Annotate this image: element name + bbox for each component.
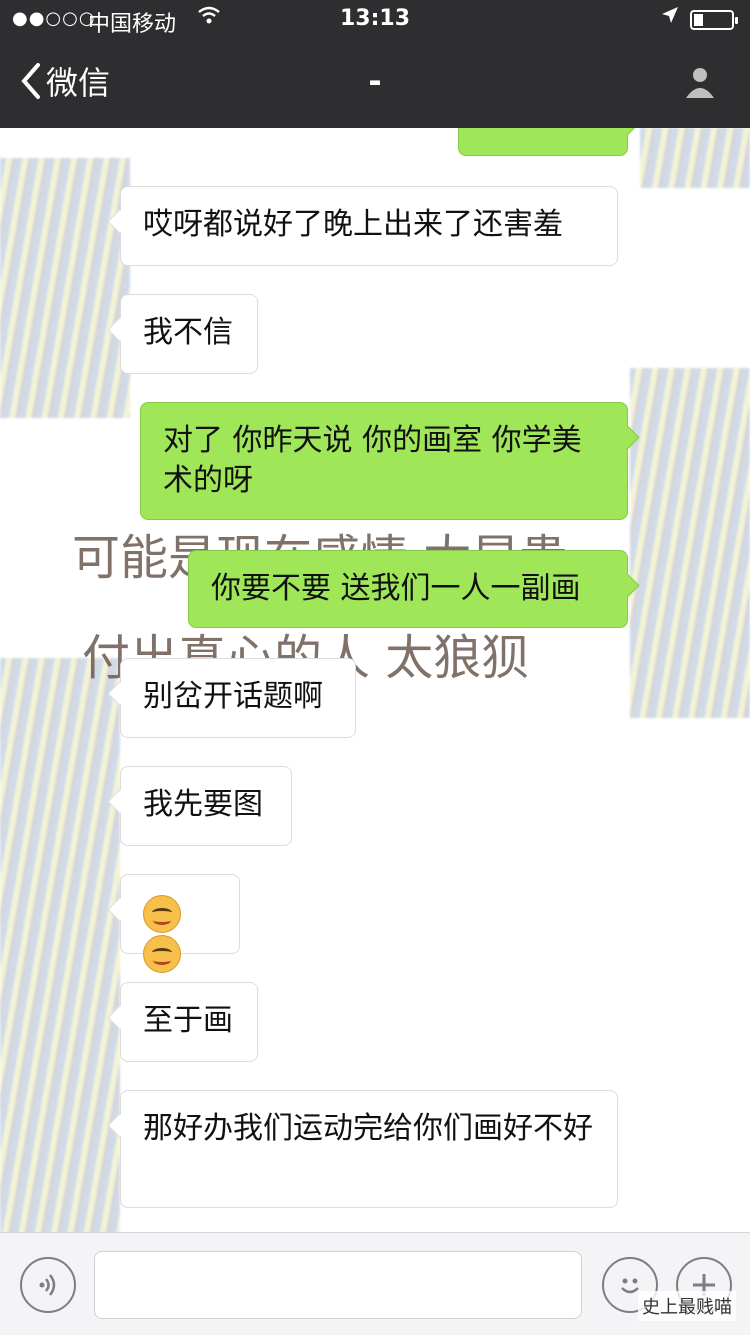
smirk-emoji-icon: [143, 934, 181, 973]
message-bubble-outgoing[interactable]: 你要不要 送我们一人一副画: [188, 550, 628, 628]
source-watermark: 史上最贱喵: [638, 1291, 736, 1321]
message-text: 那好办我们运动完给你们画好不好: [143, 1111, 593, 1146]
redaction-scribble: [0, 158, 130, 418]
message-bubble-incoming[interactable]: 哎呀都说好了晚上出来了还害羞: [120, 186, 618, 266]
nav-bar: 微信 -: [0, 40, 750, 128]
redaction-scribble: [0, 658, 120, 1232]
message-input[interactable]: [94, 1251, 582, 1319]
voice-icon: [39, 1274, 56, 1296]
message-bubble-incoming[interactable]: 至于画: [120, 982, 258, 1062]
clock: 13:13: [339, 6, 411, 31]
message-text: 别岔开话题啊: [143, 679, 323, 714]
status-bar: ●●○○○ 中国移动 13:13: [0, 0, 750, 40]
redaction-scribble: [630, 368, 750, 718]
message-text: 你要不要 送我们一人一副画: [211, 571, 581, 606]
voice-toggle-button[interactable]: [20, 1257, 76, 1313]
message-text: 我不信: [143, 315, 233, 350]
message-bubble-outgoing[interactable]: 对了 你昨天说 你的画室 你学美术的呀: [140, 402, 628, 520]
message-text: 我先要图: [143, 787, 263, 822]
message-text: 对了 你昨天说 你的画室 你学美术的呀: [163, 423, 582, 498]
message-bubble-incoming[interactable]: 别岔开话题啊: [120, 658, 356, 738]
chat-title: -: [368, 62, 382, 100]
input-bar: 史上最贱喵: [0, 1232, 750, 1335]
message-bubble-partial: [458, 128, 628, 156]
message-bubble-incoming[interactable]: 我先要图: [120, 766, 292, 846]
message-bubble-incoming[interactable]: [120, 874, 240, 973]
message-text: 至于画: [143, 1003, 233, 1038]
smirk-emoji-icon: [143, 894, 181, 933]
redaction-scribble: [640, 128, 750, 188]
location-arrow-icon: [660, 5, 680, 30]
profile-icon[interactable]: [682, 64, 718, 100]
battery-icon: [690, 10, 738, 30]
chat-area[interactable]: 可能是现在感情 太昂贵 付出真心的人 太狼狈 哎呀都说好了晚上出来了还害羞 我不…: [0, 128, 750, 1232]
message-bubble-incoming[interactable]: 我不信: [120, 294, 258, 374]
message-text: 哎呀都说好了晚上出来了还害羞: [143, 207, 563, 242]
message-bubble-incoming[interactable]: 那好办我们运动完给你们画好不好: [120, 1090, 618, 1208]
